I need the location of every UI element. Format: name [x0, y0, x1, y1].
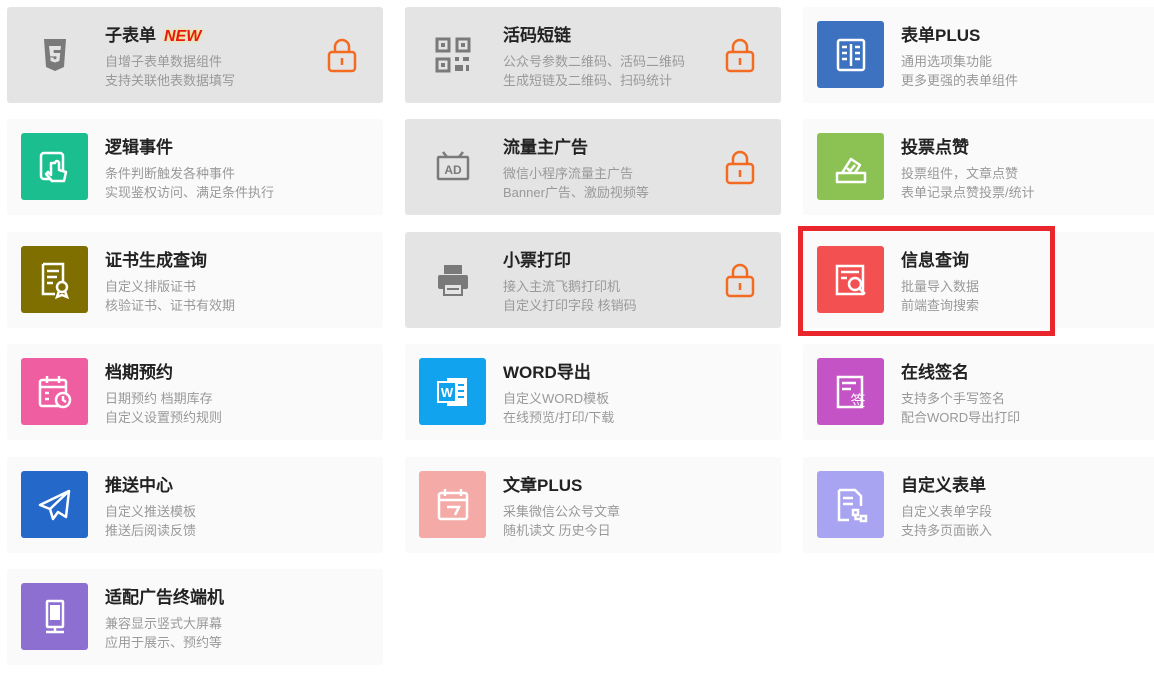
feature-desc-line-2: 表单记录点赞投票/统计: [901, 185, 1035, 200]
search-doc-icon: [817, 246, 884, 313]
kiosk-icon: [21, 583, 88, 650]
new-badge: NEW: [164, 28, 202, 45]
feature-title: 逻辑事件: [105, 138, 173, 157]
paper-plane-icon: [21, 471, 88, 538]
feature-title: 自定义表单: [901, 476, 986, 495]
feature-title: 档期预约: [105, 363, 173, 382]
feature-desc-line-1: 自定义排版证书: [105, 279, 197, 294]
feature-desc-line-2: 随机读文 历史今日: [503, 523, 611, 538]
feature-card[interactable]: 子表单 NEW 自增子表单数据组件 支持关联他表数据填写: [7, 7, 383, 103]
feature-desc-line-2: 自定义打印字段 核销码: [503, 298, 637, 313]
feature-desc-line-1: 公众号参数二维码、活码二维码: [503, 54, 686, 69]
feature-title: 证书生成查询: [105, 251, 207, 270]
feature-title: 信息查询: [901, 251, 969, 270]
feature-title: 适配广告终端机: [105, 588, 224, 607]
feature-desc-line-1: 日期预约 档期库存: [105, 391, 213, 406]
list-form-icon: [817, 21, 884, 88]
feature-card[interactable]: 文章PLUS 采集微信公众号文章 随机读文 历史今日: [405, 457, 781, 553]
feature-desc-line-2: 核验证书、证书有效期: [105, 298, 236, 313]
certificate-icon: [21, 246, 88, 313]
feature-desc-line-2: 实现鉴权访问、满足条件执行: [105, 185, 275, 200]
feature-desc-line-2: 支持多页面嵌入: [901, 523, 993, 538]
feature-card[interactable]: W WORD导出自定义WORD模板 在线预览/打印/下载: [405, 344, 781, 440]
feature-card[interactable]: 活码短链公众号参数二维码、活码二维码 生成短链及二维码、扫码统计: [405, 7, 781, 103]
feature-desc-line-1: 自定义推送模板: [105, 504, 197, 519]
feature-card[interactable]: 适配广告终端机兼容显示竖式大屏幕 应用于展示、预约等: [7, 569, 383, 665]
feature-title: 在线签名: [901, 363, 969, 382]
feature-title: 推送中心: [105, 476, 173, 495]
feature-desc-line-2: 生成短链及二维码、扫码统计: [503, 73, 673, 88]
feature-card[interactable]: 信息查询批量导入数据 前端查询搜索: [803, 232, 1154, 328]
feature-desc-line-1: 接入主流飞鹅打印机: [503, 279, 621, 294]
feature-card[interactable]: 签 在线签名支持多个手写签名 配合WORD导出打印: [803, 344, 1154, 440]
feature-title: 子表单 NEW: [105, 26, 202, 45]
feature-card[interactable]: 档期预约日期预约 档期库存 自定义设置预约规则: [7, 344, 383, 440]
feature-desc-line-1: 微信小程序流量主广告: [503, 166, 634, 181]
feature-desc-line-2: Banner广告、激励视频等: [503, 185, 649, 200]
feature-desc-line-1: 自定义WORD模板: [503, 391, 610, 406]
feature-title: 活码短链: [503, 26, 571, 45]
feature-title: 流量主广告: [503, 138, 588, 157]
feature-desc-line-1: 通用选项集功能: [901, 54, 993, 69]
lock-icon: [725, 37, 755, 73]
svg-text:AD: AD: [444, 163, 462, 177]
calendar-clock-icon: [21, 358, 88, 425]
ad-icon: AD: [419, 133, 486, 200]
feature-desc-line-1: 兼容显示竖式大屏幕: [105, 616, 223, 631]
feature-title: WORD导出: [503, 363, 591, 382]
html5-icon: [21, 21, 88, 88]
feature-title: 表单PLUS: [901, 26, 981, 45]
feature-card[interactable]: 表单PLUS 通用选项集功能更多更强的表单组件: [803, 7, 1154, 103]
feature-desc-line-2: 前端查询搜索: [901, 298, 980, 313]
feature-card[interactable]: 小票打印接入主流飞鹅打印机自定义打印字段 核销码: [405, 232, 781, 328]
lock-icon: [725, 262, 755, 298]
feature-desc-line-2: 更多更强的表单组件: [901, 73, 1019, 88]
feature-card[interactable]: 投票点赞投票组件，文章点赞表单记录点赞投票/统计: [803, 119, 1154, 215]
svg-text:W: W: [440, 385, 453, 400]
vote-box-icon: [817, 133, 884, 200]
feature-title: 小票打印: [503, 251, 571, 270]
feature-desc-line-1: 投票组件，文章点赞: [901, 166, 1019, 181]
svg-text:签: 签: [850, 392, 865, 410]
lock-icon: [725, 149, 755, 185]
feature-title: 投票点赞: [901, 138, 969, 157]
feature-desc-line-1: 支持多个手写签名: [901, 391, 1006, 406]
feature-title: 文章PLUS: [503, 476, 583, 495]
feature-desc-line-2: 自定义设置预约规则: [105, 410, 223, 425]
feature-desc-line-1: 批量导入数据: [901, 279, 980, 294]
lock-icon: [327, 37, 357, 73]
feature-desc-line-1: 自增子表单数据组件: [105, 54, 223, 69]
custom-form-icon: [817, 471, 884, 538]
feature-desc-line-2: 应用于展示、预约等: [105, 635, 223, 650]
feature-card[interactable]: 推送中心自定义推送模板 推送后阅读反馈: [7, 457, 383, 553]
qrcode-icon: [419, 21, 486, 88]
feature-card[interactable]: 逻辑事件条件判断触发各种事件实现鉴权访问、满足条件执行: [7, 119, 383, 215]
feature-desc-line-2: 在线预览/打印/下载: [503, 410, 615, 425]
feature-desc-line-2: 配合WORD导出打印: [901, 410, 1021, 425]
printer-icon: [419, 246, 486, 313]
feature-desc-line-2: 推送后阅读反馈: [105, 523, 197, 538]
feature-desc-line-1: 自定义表单字段: [901, 504, 993, 519]
feature-card[interactable]: 自定义表单自定义表单字段 支持多页面嵌入: [803, 457, 1154, 553]
signature-icon: 签: [817, 358, 884, 425]
feature-desc-line-2: 支持关联他表数据填写: [105, 73, 236, 88]
feature-desc-line-1: 采集微信公众号文章: [503, 504, 621, 519]
article-calendar-icon: [419, 471, 486, 538]
feature-desc-line-1: 条件判断触发各种事件: [105, 166, 236, 181]
tap-hand-icon: [21, 133, 88, 200]
feature-card[interactable]: 证书生成查询自定义排版证书核验证书、证书有效期: [7, 232, 383, 328]
feature-card[interactable]: AD 流量主广告微信小程序流量主广告 Banner广告、激励视频等: [405, 119, 781, 215]
word-icon: W: [419, 358, 486, 425]
